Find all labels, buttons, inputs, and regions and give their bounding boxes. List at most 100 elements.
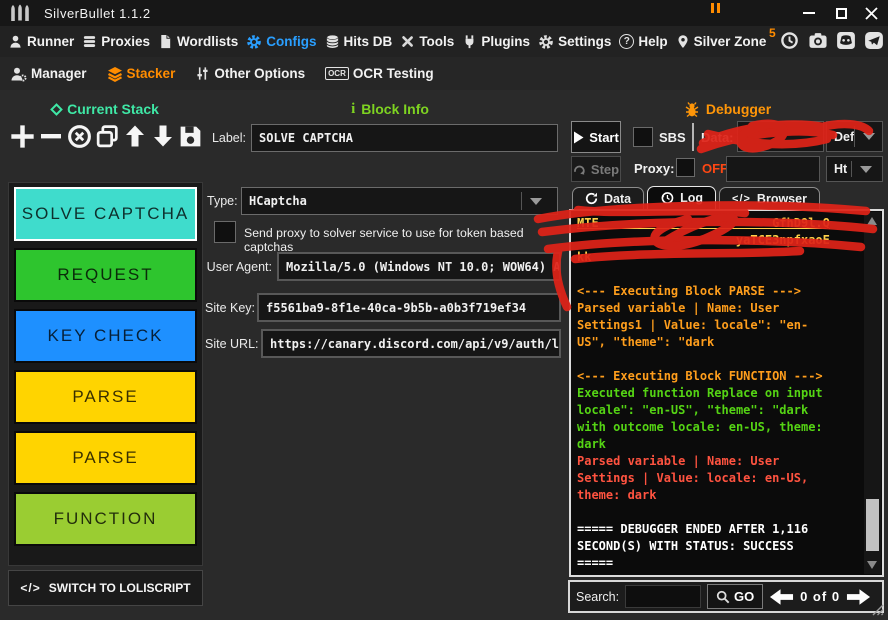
menu-item-silver-zone[interactable]: Silver Zone — [676, 34, 767, 49]
debugger-tabs: Data Log </> Browser — [572, 186, 820, 209]
log-line: Parsed variable | Name: User — [577, 453, 861, 470]
tab-data[interactable]: Data — [572, 187, 644, 209]
arrow-up-icon — [122, 123, 148, 149]
history-button[interactable] — [778, 29, 801, 52]
app-window: SilverBullet 1.1.2 Runner Proxies Wordli… — [0, 0, 888, 620]
resize-grip[interactable] — [870, 602, 885, 617]
code-icon: </> — [20, 581, 40, 595]
log-search-bar: Search: GO 0 of 0 — [568, 580, 884, 613]
manager-icon — [10, 66, 27, 82]
proxies-icon — [82, 34, 97, 49]
proxy-type-value: Ht — [834, 162, 847, 176]
label-field[interactable]: SOLVE CAPTCHA — [251, 124, 558, 152]
screenshot-button[interactable] — [806, 29, 829, 52]
submenu-item-stacker[interactable]: Stacker — [107, 66, 176, 82]
help-icon: ? — [619, 34, 634, 49]
menu-item-label: Settings — [558, 34, 611, 49]
log-line: Settings1 | Value: locale": "en- — [577, 317, 861, 334]
minimize-button[interactable] — [796, 0, 822, 26]
orange-pause-marks — [711, 3, 720, 13]
menu-item-wordlists[interactable]: Wordlists — [158, 34, 238, 49]
scroll-up-icon[interactable] — [867, 217, 877, 225]
menu-item-label: Silver Zone — [694, 34, 767, 49]
proxy-checkbox[interactable] — [676, 158, 695, 177]
site-url-field[interactable]: https://canary.discord.com/api/v9/auth/l… — [261, 329, 561, 358]
move-up-button[interactable] — [122, 123, 148, 149]
menu-item-tools[interactable]: Tools — [400, 34, 454, 49]
disable-block-button[interactable] — [66, 123, 93, 150]
prev-match-button[interactable] — [769, 588, 794, 606]
save-stack-button[interactable] — [177, 123, 204, 150]
tab-browser[interactable]: </> Browser — [719, 187, 820, 209]
site-key-value: f5561ba9-8f1e-40ca-9b5b-a0b3f719ef34 — [266, 301, 526, 315]
log-line: MTE GfhD9l.Q — [577, 215, 861, 232]
menu-item-settings[interactable]: Settings — [538, 34, 611, 50]
stack-block[interactable]: PARSE — [14, 370, 197, 424]
user-agent-field[interactable]: Mozilla/5.0 (Windows NT 10.0; WOW64) App… — [277, 252, 561, 281]
menu-item-label: Help — [638, 34, 667, 49]
menu-item-proxies[interactable]: Proxies — [82, 34, 150, 49]
sbs-checkbox[interactable] — [633, 127, 653, 147]
arrow-down-icon — [150, 123, 176, 149]
scrollbar-thumb[interactable] — [866, 499, 879, 551]
submenu-item-manager[interactable]: Manager — [10, 66, 87, 82]
stack-block[interactable]: FUNCTION — [14, 492, 197, 546]
proxy-type-select[interactable]: Ht — [826, 156, 883, 182]
switch-to-loliscript-button[interactable]: </> SWITCH TO LOLISCRIPT — [8, 570, 203, 606]
maximize-icon — [836, 8, 847, 19]
maximize-button[interactable] — [828, 0, 854, 26]
wordlists-icon — [158, 34, 173, 49]
menubar: Runner Proxies Wordlists Configs Hits DB… — [0, 26, 888, 57]
site-key-field[interactable]: f5561ba9-8f1e-40ca-9b5b-a0b3f719ef34 — [257, 293, 561, 322]
menu-item-runner[interactable]: Runner — [8, 34, 74, 49]
menu-item-configs[interactable]: Configs — [246, 34, 316, 50]
menu-item-plugins[interactable]: Plugins — [462, 34, 530, 49]
stack-block[interactable]: SOLVE CAPTCHA — [14, 187, 197, 241]
stack-block[interactable]: REQUEST — [14, 248, 197, 302]
log-line: <--- Executing Block PARSE ---> — [577, 283, 861, 300]
start-button[interactable]: Start — [571, 121, 621, 153]
proxy-input[interactable] — [726, 156, 820, 182]
move-down-button[interactable] — [150, 123, 176, 149]
discord-button[interactable] — [834, 29, 857, 52]
data-input[interactable] — [737, 121, 824, 152]
window-titlebar: SilverBullet 1.1.2 — [0, 0, 888, 26]
submenu-item-ocr-testing[interactable]: OCR OCR Testing — [325, 66, 434, 81]
step-arrow-icon — [573, 163, 586, 175]
step-button[interactable]: Step — [571, 156, 621, 182]
camera-icon — [808, 31, 828, 50]
type-select[interactable]: HCaptcha — [241, 187, 558, 215]
stack-block[interactable]: PARSE — [14, 431, 197, 485]
send-proxy-checkbox[interactable] — [214, 221, 236, 243]
menu-item-hits-db[interactable]: Hits DB — [325, 34, 393, 49]
stack-toolbar — [8, 118, 204, 154]
add-block-button[interactable] — [8, 122, 37, 151]
menu-item-help[interactable]: ? Help — [619, 34, 667, 49]
submenu-item-other-options[interactable]: Other Options — [195, 66, 305, 81]
log-line — [577, 351, 861, 368]
tab-label: Log — [680, 191, 703, 205]
data-type-select[interactable]: Def — [826, 121, 883, 152]
log-line: theme: dark — [577, 487, 861, 504]
search-input[interactable] — [625, 585, 701, 608]
remove-block-button[interactable] — [38, 123, 64, 149]
scroll-down-icon[interactable] — [867, 561, 877, 569]
submenu-item-label: Other Options — [214, 66, 305, 81]
close-button[interactable] — [858, 0, 884, 26]
go-button[interactable]: GO — [707, 584, 763, 609]
next-match-button[interactable] — [846, 588, 871, 606]
minus-icon — [38, 123, 64, 149]
stack-block[interactable]: KEY CHECK — [14, 309, 197, 363]
info-icon: i — [351, 101, 355, 118]
log-line: dark — [577, 436, 861, 453]
log-scrollbar[interactable] — [864, 212, 881, 574]
telegram-button[interactable] — [862, 29, 885, 52]
telegram-icon — [864, 31, 884, 50]
data-caption: Data: — [701, 130, 734, 145]
code-icon: </> — [732, 193, 751, 205]
tab-log[interactable]: Log — [647, 186, 716, 209]
ocr-icon: OCR — [325, 67, 349, 80]
clone-block-button[interactable] — [94, 123, 121, 150]
history-clock-icon — [780, 31, 799, 50]
log-line: Settings | Value: locale: en-US, — [577, 470, 861, 487]
